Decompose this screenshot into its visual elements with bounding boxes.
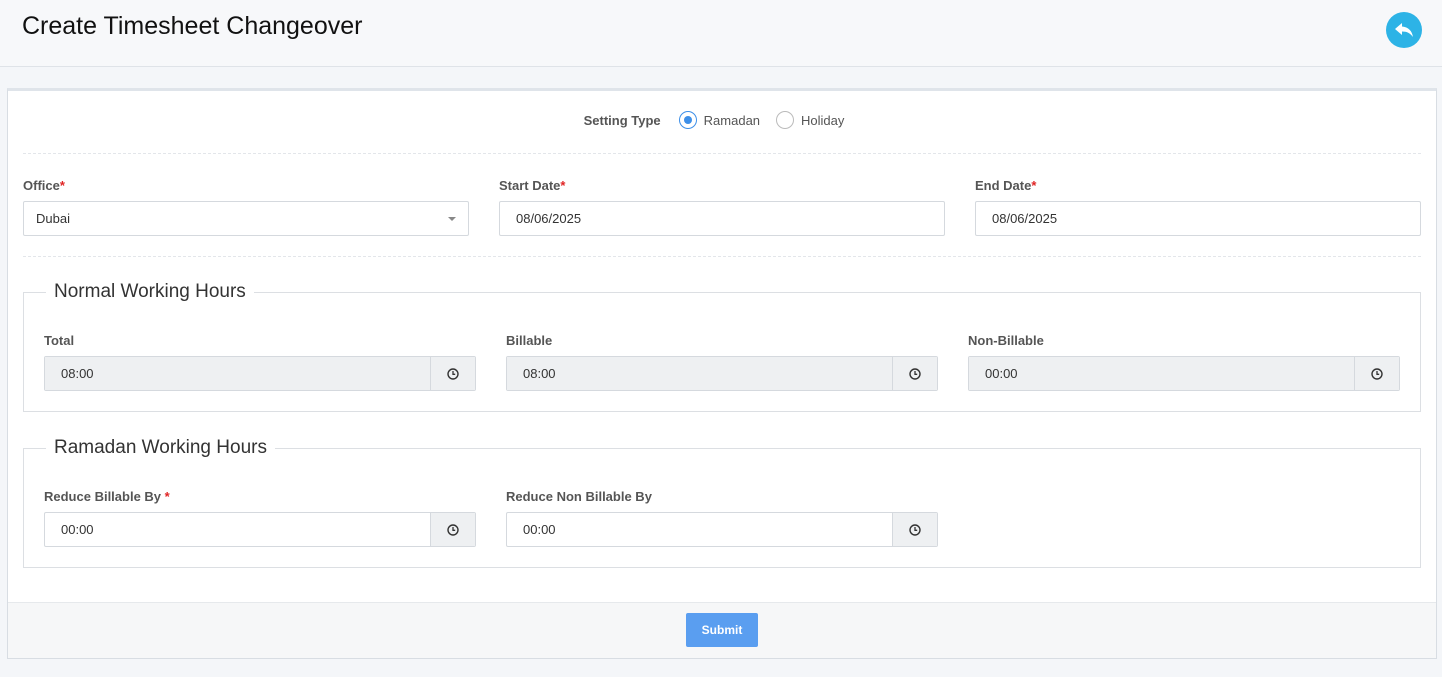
end-date-value: 08/06/2025 bbox=[992, 211, 1058, 226]
required-mark: * bbox=[59, 178, 65, 193]
radio-holiday-label: Holiday bbox=[801, 112, 845, 128]
start-date-label: Start Date* bbox=[499, 178, 565, 193]
total-time-input: 08:00 bbox=[44, 356, 476, 391]
reduce-billable-value: 00:00 bbox=[61, 522, 94, 537]
non-billable-label: Non-Billable bbox=[968, 333, 1044, 348]
required-mark: * bbox=[560, 178, 566, 193]
clock-icon[interactable] bbox=[892, 357, 937, 390]
billable-time-input: 08:00 bbox=[506, 356, 938, 391]
non-billable-time-input: 00:00 bbox=[968, 356, 1400, 391]
radio-ramadan[interactable] bbox=[678, 111, 697, 129]
billable-label: Billable bbox=[506, 333, 553, 348]
page-header: Create Timesheet Changeover bbox=[0, 0, 1442, 67]
submit-button[interactable]: Submit bbox=[686, 613, 758, 647]
radio-option-holiday[interactable]: Holiday bbox=[776, 111, 844, 129]
clock-icon[interactable] bbox=[1354, 357, 1399, 390]
reduce-billable-input[interactable]: 00:00 bbox=[44, 512, 476, 547]
setting-type-label: Setting Type bbox=[583, 112, 661, 128]
divider bbox=[23, 256, 1421, 257]
office-select-value: Dubai bbox=[36, 211, 70, 226]
ramadan-working-hours-group: Ramadan Working Hours Reduce Billable By… bbox=[23, 437, 1421, 568]
non-billable-value: 00:00 bbox=[969, 357, 1354, 390]
start-date-input[interactable]: 08/06/2025 bbox=[499, 201, 945, 236]
required-mark: * bbox=[164, 489, 170, 504]
clock-icon[interactable] bbox=[430, 357, 475, 390]
total-label: Total bbox=[44, 333, 75, 348]
reduce-non-billable-label: Reduce Non Billable By bbox=[506, 489, 652, 504]
end-date-label: End Date* bbox=[975, 178, 1036, 193]
card-footer: Submit bbox=[8, 602, 1436, 658]
start-date-value: 08/06/2025 bbox=[516, 211, 582, 226]
clock-icon[interactable] bbox=[430, 513, 475, 546]
required-mark: * bbox=[1031, 178, 1037, 193]
radio-ramadan-label: Ramadan bbox=[703, 112, 761, 128]
page-title: Create Timesheet Changeover bbox=[22, 12, 363, 40]
office-label-text: Office bbox=[23, 178, 60, 193]
end-date-label-text: End Date bbox=[975, 178, 1032, 193]
end-date-input[interactable]: 08/06/2025 bbox=[975, 201, 1421, 236]
radio-option-ramadan[interactable]: Ramadan bbox=[678, 111, 761, 129]
billable-value: 08:00 bbox=[507, 357, 892, 390]
reduce-non-billable-input[interactable]: 00:00 bbox=[506, 512, 938, 547]
changeover-form-card: Setting Type Ramadan Holiday Office* Dub… bbox=[7, 88, 1437, 659]
reduce-billable-label-text: Reduce Billable By bbox=[44, 489, 162, 504]
normal-working-hours-group: Normal Working Hours Total 08:00 Billabl… bbox=[23, 281, 1421, 412]
normal-working-hours-legend: Normal Working Hours bbox=[46, 281, 254, 303]
divider bbox=[23, 153, 1421, 154]
reply-icon bbox=[1393, 23, 1413, 37]
reduce-billable-label: Reduce Billable By * bbox=[44, 489, 170, 504]
setting-type-row: Setting Type Ramadan Holiday bbox=[8, 105, 1436, 135]
office-label: Office* bbox=[23, 178, 65, 193]
clock-icon[interactable] bbox=[892, 513, 937, 546]
ramadan-working-hours-legend: Ramadan Working Hours bbox=[46, 437, 275, 459]
reduce-non-billable-value: 00:00 bbox=[523, 522, 556, 537]
radio-holiday[interactable] bbox=[776, 111, 795, 129]
back-button[interactable] bbox=[1386, 12, 1422, 48]
total-value: 08:00 bbox=[45, 357, 430, 390]
start-date-label-text: Start Date bbox=[499, 178, 561, 193]
caret-down-icon bbox=[448, 217, 456, 221]
office-select[interactable]: Dubai bbox=[23, 201, 469, 236]
